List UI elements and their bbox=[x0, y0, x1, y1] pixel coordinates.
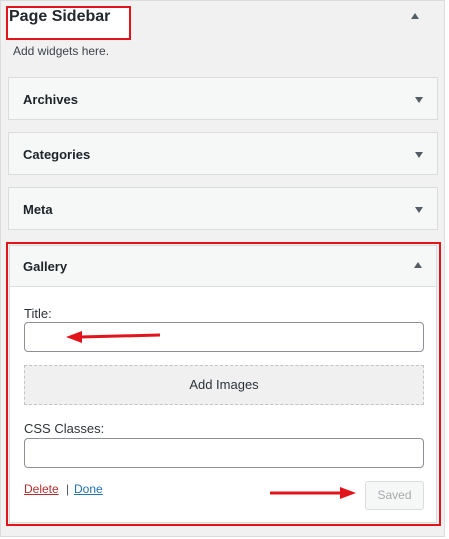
widget-area-panel: Page Sidebar Add widgets here. Archives … bbox=[0, 0, 445, 537]
chevron-down-icon[interactable] bbox=[415, 152, 423, 158]
add-images-button[interactable]: Add Images bbox=[24, 365, 424, 405]
title-input[interactable] bbox=[24, 322, 424, 352]
css-classes-label: CSS Classes: bbox=[24, 421, 105, 436]
gallery-header[interactable]: Gallery bbox=[10, 246, 436, 287]
widget-title: Categories bbox=[23, 147, 91, 162]
sidebar-description: Add widgets here. bbox=[13, 44, 110, 58]
widget-area-header[interactable]: Page Sidebar Add widgets here. bbox=[1, 1, 446, 73]
chevron-down-icon[interactable] bbox=[415, 207, 423, 213]
chevron-down-icon[interactable] bbox=[415, 97, 423, 103]
css-classes-input[interactable] bbox=[24, 438, 424, 468]
widget-title: Meta bbox=[23, 202, 53, 217]
widget-gallery: Gallery Title: Add Images CSS Classes: D… bbox=[9, 245, 437, 523]
link-separator: | bbox=[66, 482, 70, 496]
widget-title: Archives bbox=[23, 92, 78, 107]
delete-link[interactable]: Delete bbox=[24, 482, 59, 496]
done-link[interactable]: Done bbox=[74, 482, 103, 496]
widget-archives[interactable]: Archives bbox=[8, 77, 438, 120]
chevron-up-icon[interactable] bbox=[414, 262, 422, 268]
widget-title: Gallery bbox=[23, 259, 68, 274]
saved-button[interactable]: Saved bbox=[365, 481, 424, 510]
widget-meta[interactable]: Meta bbox=[8, 187, 438, 230]
chevron-up-icon[interactable] bbox=[411, 13, 419, 19]
title-field-label: Title: bbox=[24, 306, 52, 321]
sidebar-title: Page Sidebar bbox=[9, 8, 111, 25]
widget-categories[interactable]: Categories bbox=[8, 132, 438, 175]
